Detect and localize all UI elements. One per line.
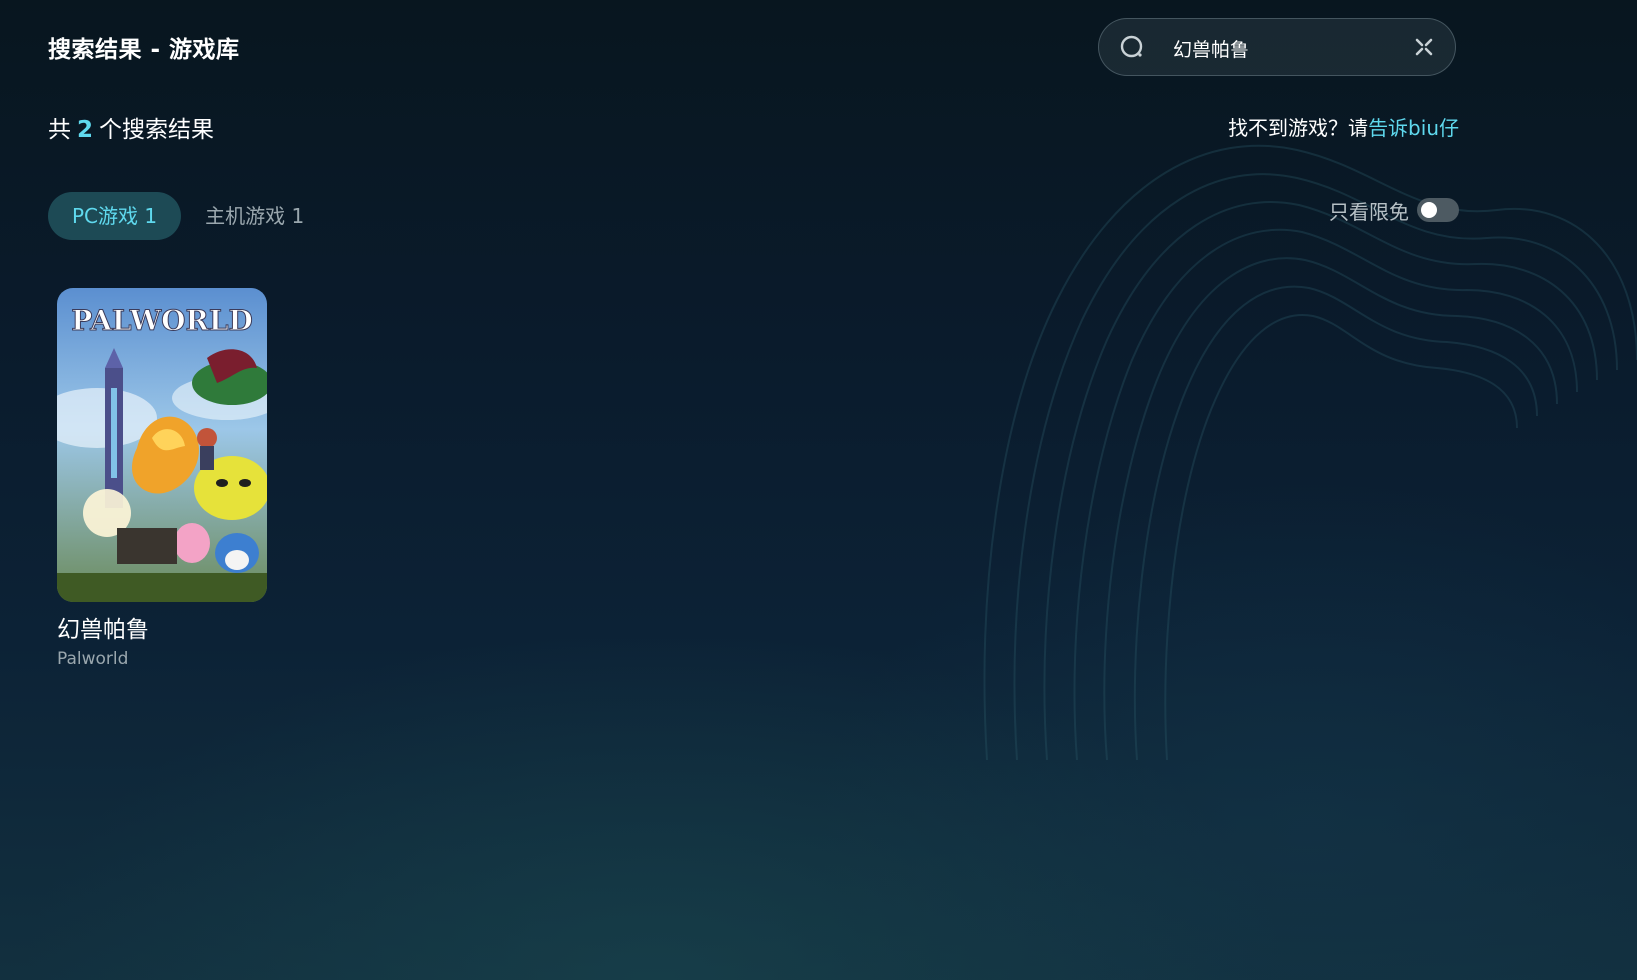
platform-tabs: PC游戏 1 主机游戏 1	[48, 192, 328, 240]
tab-console-games[interactable]: 主机游戏 1	[199, 192, 310, 240]
tab-pc-games[interactable]: PC游戏 1	[48, 192, 182, 240]
search-results-page: 搜索结果 - 游戏库 共2个搜索结果 找不到游戏？请告诉biu仔 PC游戏 1 …	[0, 0, 1637, 980]
free-only-toggle[interactable]	[1417, 198, 1459, 222]
feedback-text: 找不到游戏？请	[1228, 116, 1369, 140]
game-card[interactable]: PALWORLD 幻兽帕鲁 Palworld	[57, 288, 267, 670]
result-count-suffix: 个搜索结果	[99, 117, 215, 143]
game-cover-image[interactable]: PALWORLD	[57, 288, 267, 602]
result-count-number: 2	[77, 117, 94, 143]
cover-logo-text: PALWORLD	[71, 304, 253, 337]
search-icon	[1119, 34, 1147, 62]
result-count: 共 2 个搜索结果	[48, 110, 214, 144]
page-title: 搜索结果 - 游戏库	[48, 37, 240, 63]
feedback-link[interactable]: 告诉biu仔	[1368, 116, 1459, 140]
game-title: 幻兽帕鲁	[57, 617, 149, 643]
result-count-prefix: 共	[48, 117, 71, 143]
close-icon[interactable]	[1413, 36, 1435, 58]
search-box[interactable]	[1098, 18, 1456, 76]
toggle-knob	[1421, 202, 1437, 218]
game-subtitle: Palworld	[57, 649, 129, 669]
feedback-prompt: 找不到游戏？请告诉biu仔	[1228, 112, 1459, 141]
search-input[interactable]	[1171, 31, 1395, 65]
free-only-label: 只看限免	[1329, 199, 1409, 224]
free-only-filter: 只看限免	[1329, 196, 1459, 224]
